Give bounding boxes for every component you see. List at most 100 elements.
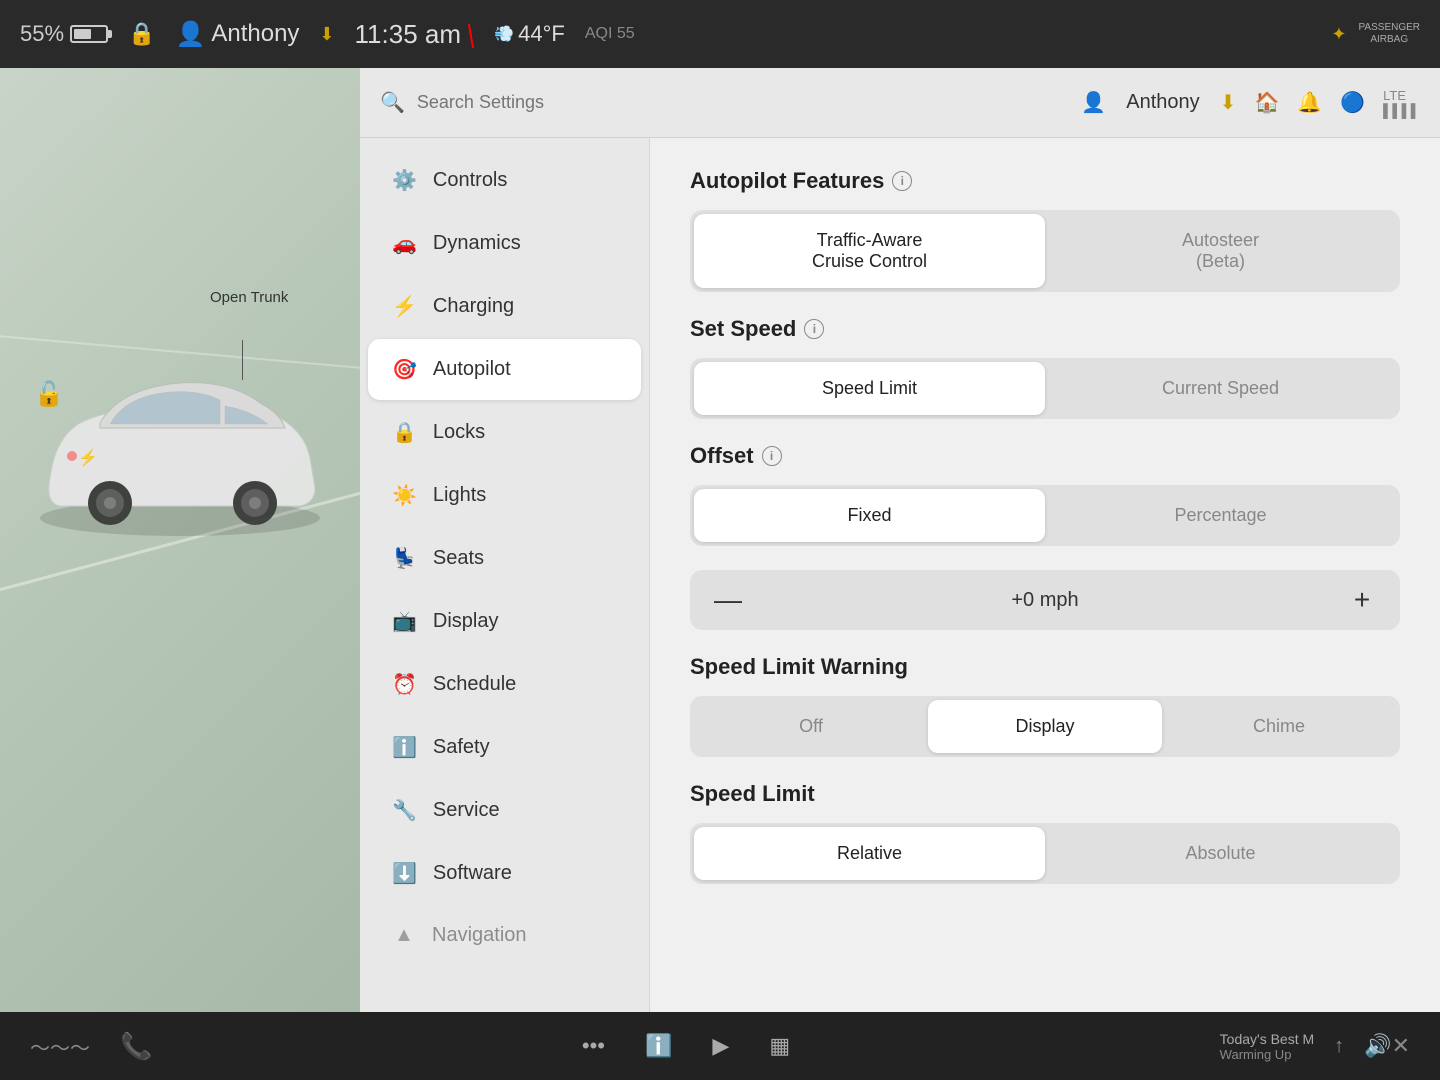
schedule-icon: ⏰ — [392, 672, 417, 697]
speed-decrease-btn[interactable]: — — [706, 578, 750, 622]
settings-panel: 🔍 👤 Anthony ⬇ 🏠 🔔 🔵 LTE▌▌▌▌ ⚙️ Controls … — [360, 68, 1440, 1012]
sidebar-item-schedule[interactable]: ⏰ Schedule — [368, 654, 641, 715]
aqi: AQI 55 — [585, 25, 635, 43]
offset-title: Offset i — [690, 443, 1400, 469]
display-label: Display — [433, 610, 499, 633]
dynamics-label: Dynamics — [433, 232, 521, 255]
features-info-icon[interactable]: i — [892, 171, 912, 191]
service-label: Service — [433, 799, 500, 822]
time-line — [468, 24, 474, 48]
charging-icon: ⚡ — [392, 294, 417, 319]
software-label: Software — [433, 862, 512, 885]
car-image: ⚡ — [20, 348, 340, 548]
speed-limit-title: Speed Limit — [690, 781, 1400, 807]
relative-btn[interactable]: Relative — [694, 827, 1045, 880]
lights-label: Lights — [433, 484, 486, 507]
volume-icon[interactable]: 🔊✕ — [1364, 1033, 1410, 1059]
search-icon: 🔍 — [380, 90, 405, 115]
nav-sidebar: ⚙️ Controls 🚗 Dynamics ⚡ Charging 🎯 Auto… — [360, 138, 650, 1012]
status-username: Anthony — [211, 20, 299, 48]
service-icon: 🔧 — [392, 798, 417, 823]
phone-icon[interactable]: 📞 — [120, 1031, 152, 1062]
percentage-btn[interactable]: Percentage — [1045, 489, 1396, 542]
sidebar-item-software[interactable]: ⬇️ Software — [368, 843, 641, 904]
info-icon[interactable]: ℹ️ — [645, 1033, 672, 1059]
display-btn[interactable]: Display — [928, 700, 1162, 753]
search-input[interactable] — [417, 92, 1069, 113]
traffic-aware-cruise-btn[interactable]: Traffic-AwareCruise Control — [694, 214, 1045, 288]
map-area: ⚡ Open Trunk 🔓 — [0, 68, 360, 1012]
dots-menu[interactable]: ••• — [582, 1033, 605, 1059]
phone-symbol: 📞 — [120, 1031, 152, 1062]
absolute-btn[interactable]: Absolute — [1045, 827, 1396, 880]
status-right: ✦ PASSENGER AIRBAG — [1331, 22, 1420, 46]
home-icon: 🏠 — [1254, 90, 1279, 115]
chime-btn[interactable]: Chime — [1162, 700, 1396, 753]
sidebar-item-autopilot[interactable]: 🎯 Autopilot — [368, 339, 641, 400]
navigation-icon: ▲ — [392, 924, 416, 947]
locks-icon: 🔒 — [392, 420, 417, 445]
sidebar-item-locks[interactable]: 🔒 Locks — [368, 402, 641, 463]
passenger-airbag: PASSENGER AIRBAG — [1359, 22, 1421, 46]
fixed-btn[interactable]: Fixed — [694, 489, 1045, 542]
media-info: Today's Best M Warming Up — [1220, 1031, 1315, 1062]
battery-icon — [70, 25, 108, 43]
taskbar-right: Today's Best M Warming Up ↑ 🔊✕ — [1220, 1031, 1410, 1062]
battery-indicator: 55% — [20, 21, 108, 47]
offset-info-icon[interactable]: i — [762, 446, 782, 466]
autosteer-btn[interactable]: Autosteer(Beta) — [1045, 214, 1396, 288]
user-icon-header: 👤 — [1081, 90, 1106, 115]
set-speed-info-icon[interactable]: i — [804, 319, 824, 339]
bell-icon: 🔔 — [1297, 90, 1322, 115]
off-btn[interactable]: Off — [694, 700, 928, 753]
waveform-icon: 〜〜〜 — [30, 1032, 90, 1061]
status-user: 👤 Anthony — [175, 20, 299, 49]
download-arrow: ⬇ — [319, 24, 334, 45]
speed-limit-warning-group: Off Display Chime — [690, 696, 1400, 757]
lte-indicator: LTE▌▌▌▌ — [1383, 88, 1420, 118]
sidebar-item-dynamics[interactable]: 🚗 Dynamics — [368, 213, 641, 274]
sidebar-item-seats[interactable]: 💺 Seats — [368, 528, 641, 589]
battery-fill — [74, 29, 91, 39]
media-status: Warming Up — [1220, 1047, 1315, 1062]
speed-limit-warning-title: Speed Limit Warning — [690, 654, 1400, 680]
sidebar-item-lights[interactable]: ☀️ Lights — [368, 465, 641, 526]
set-speed-group: Speed Limit Current Speed — [690, 358, 1400, 419]
play-icon[interactable]: ▶ — [712, 1033, 729, 1059]
controls-icon: ⚙️ — [392, 168, 417, 193]
sidebar-item-display[interactable]: 📺 Display — [368, 591, 641, 652]
seats-icon: 💺 — [392, 546, 417, 571]
autopilot-features-title: Autopilot Features i — [690, 168, 1400, 194]
header-right: 👤 Anthony ⬇ 🏠 🔔 🔵 LTE▌▌▌▌ — [1081, 88, 1420, 118]
grid-icon[interactable]: ▦ — [769, 1033, 790, 1059]
download-icon: ⬇ — [1220, 90, 1237, 115]
sidebar-item-navigation[interactable]: ▲ Navigation — [368, 906, 641, 965]
sidebar-item-safety[interactable]: ℹ️ Safety — [368, 717, 641, 778]
set-speed-title: Set Speed i — [690, 316, 1400, 342]
search-bar: 🔍 👤 Anthony ⬇ 🏠 🔔 🔵 LTE▌▌▌▌ — [360, 68, 1440, 138]
autopilot-icon: 🎯 — [392, 357, 417, 382]
header-icons: ⬇ 🏠 🔔 🔵 LTE▌▌▌▌ — [1220, 88, 1420, 118]
wind-icon: 💨 — [494, 24, 514, 44]
sidebar-item-service[interactable]: 🔧 Service — [368, 780, 641, 841]
safety-icon: ℹ️ — [392, 735, 417, 760]
current-speed-btn[interactable]: Current Speed — [1045, 362, 1396, 415]
svg-text:⚡: ⚡ — [78, 448, 98, 467]
header-username: Anthony — [1126, 91, 1199, 114]
taskbar: 〜〜〜 📞 ••• ℹ️ ▶ ▦ Today's Best M Warming … — [0, 1012, 1440, 1080]
sidebar-item-controls[interactable]: ⚙️ Controls — [368, 150, 641, 211]
dynamics-icon: 🚗 — [392, 231, 417, 256]
speed-increase-btn[interactable]: + — [1340, 578, 1384, 622]
taskbar-center: ••• ℹ️ ▶ ▦ — [182, 1033, 1189, 1059]
content-area: Autopilot Features i Traffic-AwareCruise… — [650, 138, 1440, 1012]
open-trunk-label[interactable]: Open Trunk — [210, 288, 288, 308]
star-icon: ✦ — [1331, 24, 1346, 45]
speed-limit-btn[interactable]: Speed Limit — [694, 362, 1045, 415]
schedule-label: Schedule — [433, 673, 516, 696]
arrow-up-icon: ↑ — [1334, 1035, 1344, 1058]
download-icon-status: ⬇ — [319, 24, 334, 45]
temperature: 44°F — [518, 21, 565, 47]
navigation-label: Navigation — [432, 924, 527, 947]
speed-limit-group: Relative Absolute — [690, 823, 1400, 884]
sidebar-item-charging[interactable]: ⚡ Charging — [368, 276, 641, 337]
